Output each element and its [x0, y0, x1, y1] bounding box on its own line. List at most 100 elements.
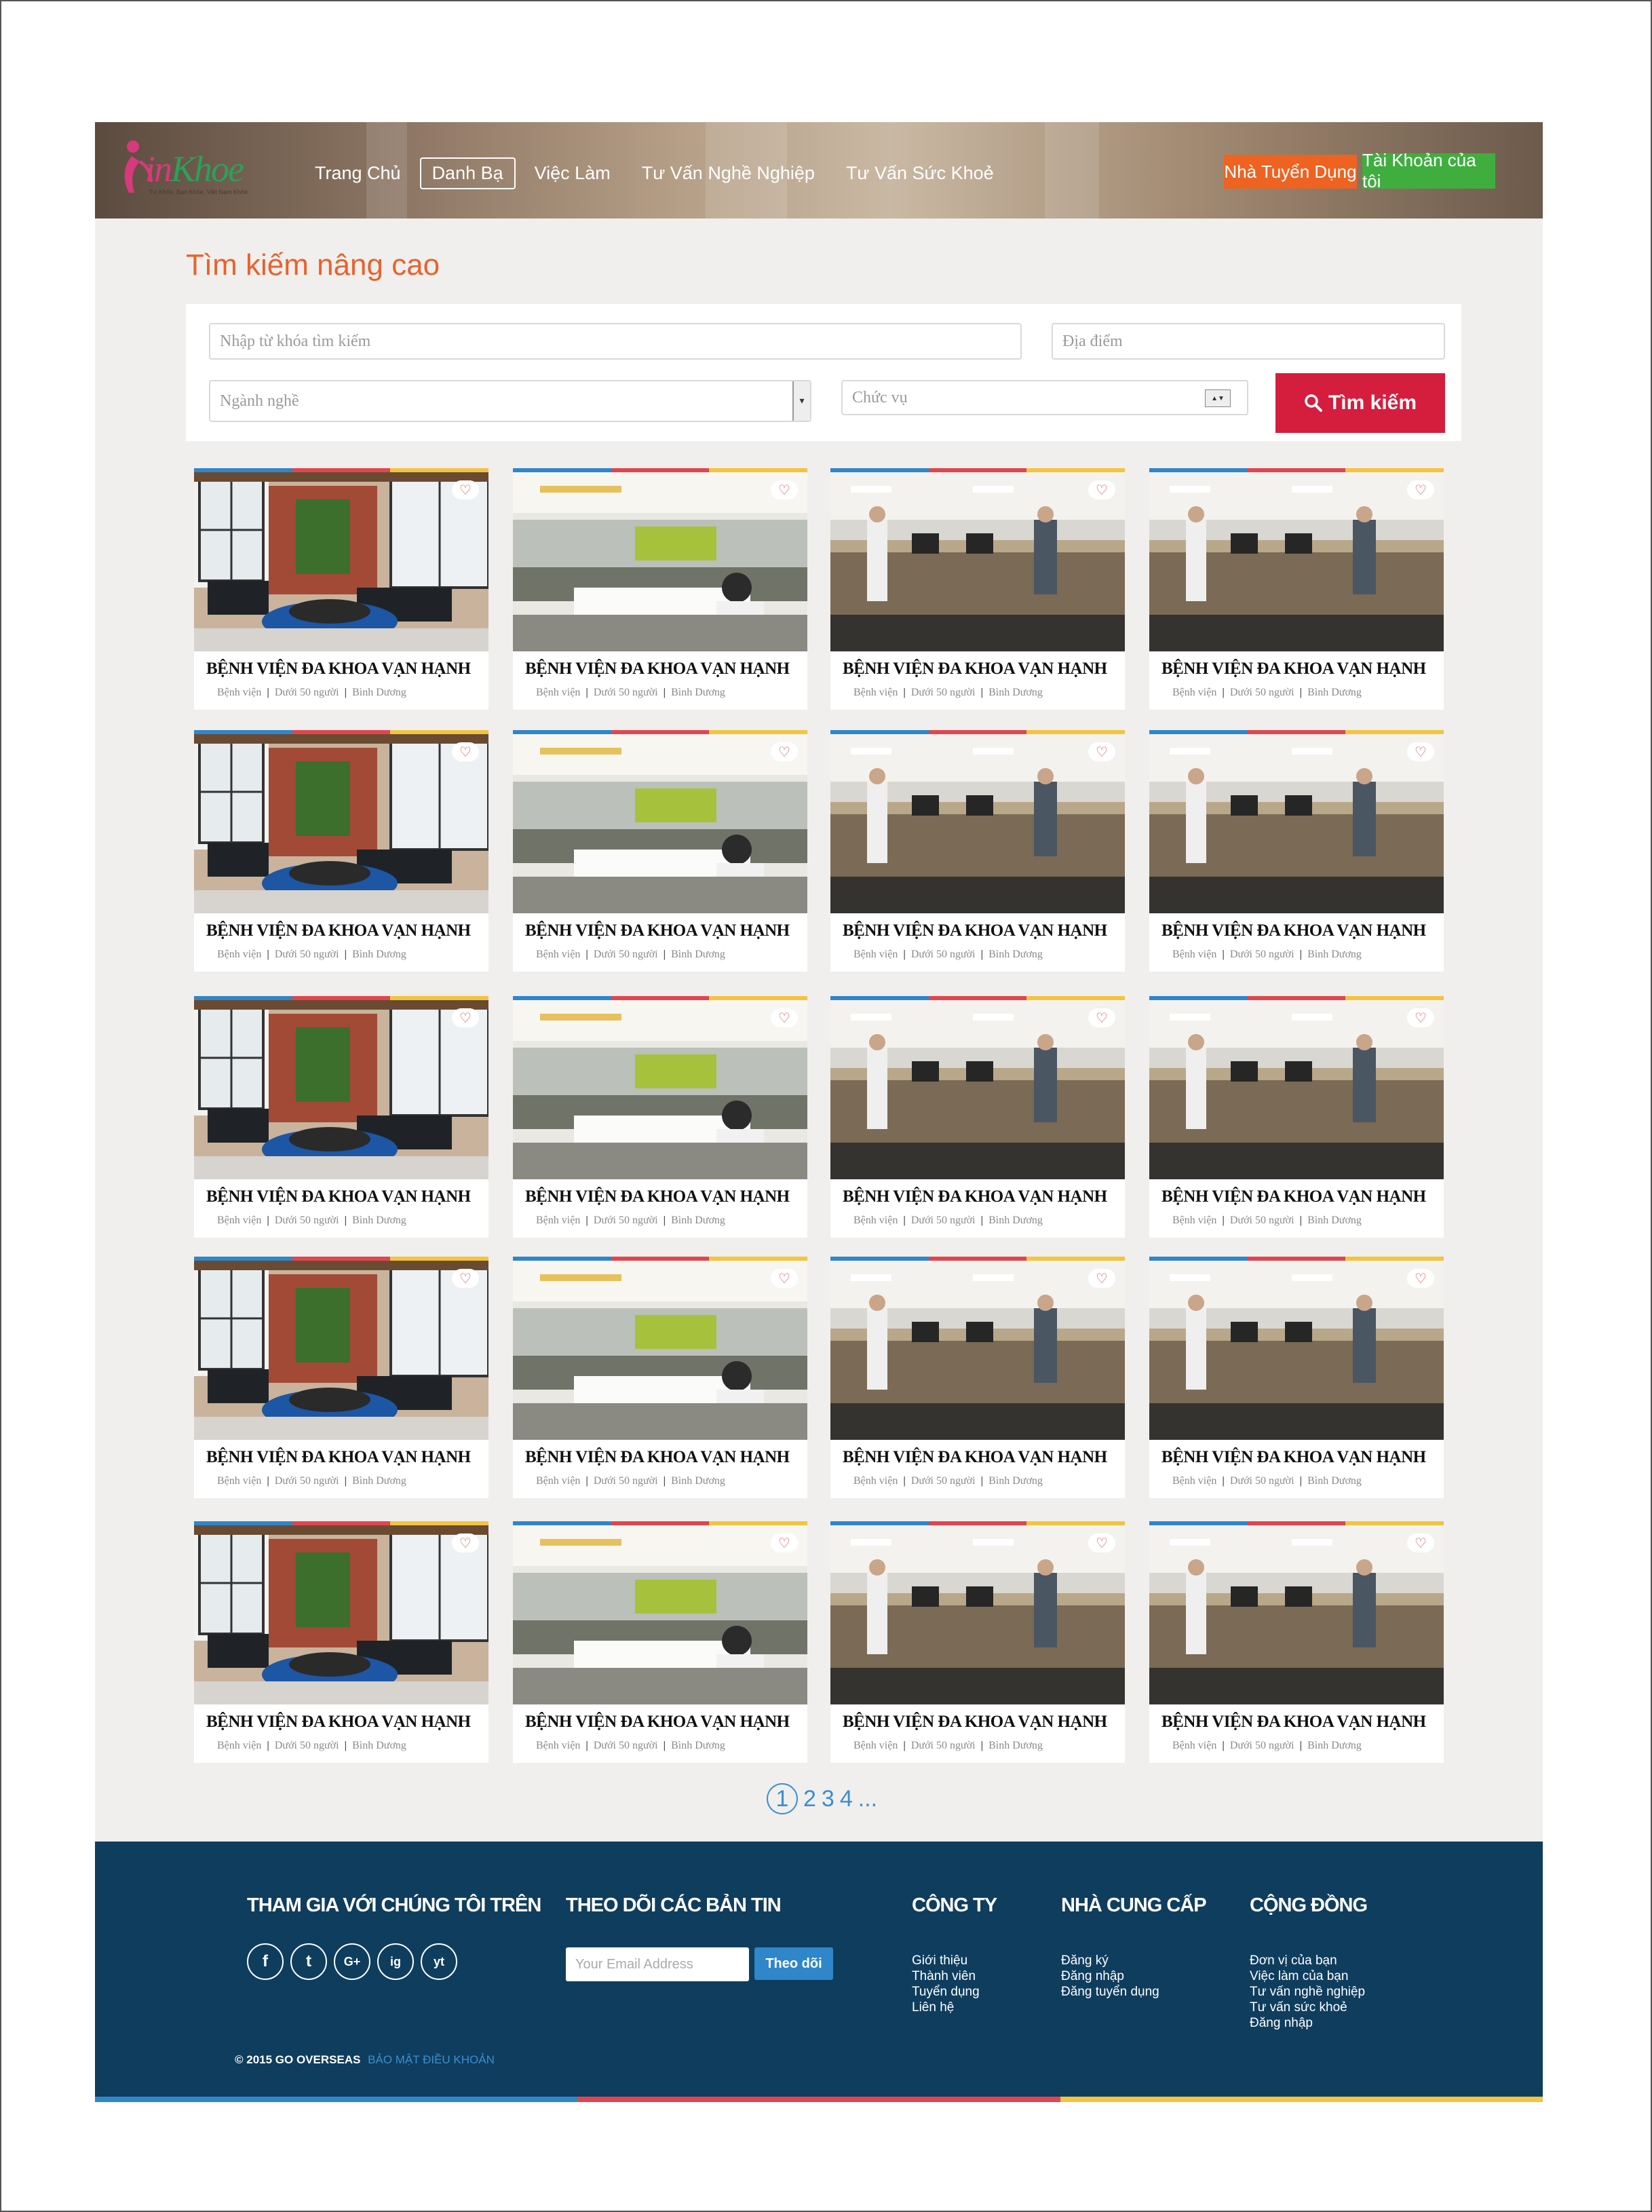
subscribe-button[interactable]: Theo dõi: [754, 1947, 833, 1980]
nav-directory[interactable]: Danh Bạ: [419, 157, 516, 189]
page-link[interactable]: 2: [803, 1786, 816, 1812]
company-name[interactable]: BỆNH VIỆN ĐA KHOA VẠN HẠNH: [206, 660, 471, 679]
company-card[interactable]: ♡ BỆNH VIỆN ĐA KHOA VẠN HẠNH Bệnh viện | Dướ…: [830, 730, 1126, 972]
footer-link[interactable]: Thành viên: [912, 1968, 980, 1984]
company-card[interactable]: ♡ BỆNH VIỆN ĐA KHOA VẠN HẠNH Bệnh viện | Dướ…: [1149, 468, 1444, 710]
favorite-heart-icon[interactable]: ♡: [1088, 1269, 1115, 1288]
company-photo[interactable]: [513, 734, 807, 913]
company-card[interactable]: ♡ BỆNH VIỆN ĐA KHOA VẠN HẠNH Bệnh viện | Dướ…: [194, 996, 489, 1238]
facebook-icon[interactable]: f: [247, 1943, 284, 1980]
footer-link[interactable]: Tư vấn nghề nghiệp: [1250, 1984, 1365, 2000]
instagram-icon[interactable]: ig: [377, 1943, 414, 1980]
favorite-heart-icon[interactable]: ♡: [452, 480, 479, 499]
favorite-heart-icon[interactable]: ♡: [1407, 480, 1434, 499]
company-name[interactable]: BỆNH VIỆN ĐA KHOA VẠN HẠNH: [525, 660, 790, 679]
footer-link[interactable]: Đăng ký: [1061, 1953, 1159, 1968]
nav-health-advice[interactable]: Tư Vấn Sức Khoẻ: [834, 157, 1006, 189]
company-photo[interactable]: [830, 734, 1125, 913]
favorite-heart-icon[interactable]: ♡: [452, 1008, 479, 1027]
company-name[interactable]: BỆNH VIỆN ĐA KHOA VẠN HẠNH: [843, 660, 1107, 679]
footer-link[interactable]: Liên hệ: [912, 2000, 980, 2015]
site-logo[interactable]: inKhoe Tư Khỏe, Bạn Khỏe, Việt Nam Khỏe: [119, 138, 248, 199]
company-photo[interactable]: [513, 1000, 807, 1179]
company-card[interactable]: ♡ BỆNH VIỆN ĐA KHOA VẠN HẠNH Bệnh viện | Dướ…: [194, 1257, 489, 1498]
page-link[interactable]: 4: [840, 1786, 853, 1812]
company-name[interactable]: BỆNH VIỆN ĐA KHOA VẠN HẠNH: [1161, 660, 1426, 679]
company-name[interactable]: BỆNH VIỆN ĐA KHOA VẠN HẠNH: [206, 1713, 471, 1732]
company-name[interactable]: BỆNH VIỆN ĐA KHOA VẠN HẠNH: [843, 1713, 1107, 1732]
footer-link[interactable]: Tuyển dụng: [912, 1984, 980, 2000]
favorite-heart-icon[interactable]: ♡: [771, 1008, 798, 1027]
company-photo[interactable]: [830, 1261, 1125, 1440]
position-select[interactable]: Chức vụ ▲▼: [841, 380, 1248, 415]
company-photo[interactable]: [1149, 472, 1444, 651]
company-card[interactable]: ♡ BỆNH VIỆN ĐA KHOA VẠN HẠNH Bệnh viện | Dướ…: [830, 1521, 1126, 1763]
favorite-heart-icon[interactable]: ♡: [452, 1533, 479, 1552]
company-photo[interactable]: [194, 1261, 488, 1440]
twitter-icon[interactable]: t: [290, 1943, 327, 1980]
youtube-icon[interactable]: yt: [421, 1943, 457, 1980]
company-photo[interactable]: [194, 734, 488, 913]
company-card[interactable]: ♡ BỆNH VIỆN ĐA KHOA VẠN HẠNH Bệnh viện | Dướ…: [194, 1521, 489, 1763]
company-name[interactable]: BỆNH VIỆN ĐA KHOA VẠN HẠNH: [525, 1713, 790, 1732]
company-card[interactable]: ♡ BỆNH VIỆN ĐA KHOA VẠN HẠNH Bệnh viện | Dướ…: [830, 996, 1126, 1238]
favorite-heart-icon[interactable]: ♡: [1088, 480, 1115, 499]
company-photo[interactable]: [1149, 1000, 1444, 1179]
company-name[interactable]: BỆNH VIỆN ĐA KHOA VẠN HẠNH: [843, 1448, 1107, 1467]
company-name[interactable]: BỆNH VIỆN ĐA KHOA VẠN HẠNH: [843, 921, 1107, 940]
company-card[interactable]: ♡ BỆNH VIỆN ĐA KHOA VẠN HẠNH Bệnh viện | Dướ…: [513, 730, 808, 972]
company-card[interactable]: ♡ BỆNH VIỆN ĐA KHOA VẠN HẠNH Bệnh viện | Dướ…: [830, 468, 1126, 710]
favorite-heart-icon[interactable]: ♡: [1088, 1008, 1115, 1027]
company-name[interactable]: BỆNH VIỆN ĐA KHOA VẠN HẠNH: [843, 1187, 1107, 1206]
favorite-heart-icon[interactable]: ♡: [1088, 1533, 1115, 1552]
favorite-heart-icon[interactable]: ♡: [1407, 1269, 1434, 1288]
footer-link[interactable]: Đơn vị của bạn: [1250, 1953, 1365, 1968]
nav-career-advice[interactable]: Tư Vấn Nghề Nghiệp: [630, 157, 827, 189]
company-name[interactable]: BỆNH VIỆN ĐA KHOA VẠN HẠNH: [1161, 1713, 1426, 1732]
footer-link[interactable]: Đăng nhập: [1250, 2015, 1365, 2031]
industry-select[interactable]: Ngành nghề ▾: [209, 380, 811, 422]
company-card[interactable]: ♡ BỆNH VIỆN ĐA KHOA VẠN HẠNH Bệnh viện | Dướ…: [1149, 730, 1444, 972]
employer-button[interactable]: Nhà Tuyển Dụng: [1224, 155, 1357, 189]
nav-home[interactable]: Trang Chủ: [303, 157, 413, 189]
company-name[interactable]: BỆNH VIỆN ĐA KHOA VẠN HẠNH: [206, 1448, 471, 1467]
nav-jobs[interactable]: Việc Làm: [522, 157, 623, 189]
company-photo[interactable]: [513, 472, 807, 651]
search-button[interactable]: Tìm kiếm: [1275, 373, 1445, 433]
company-photo[interactable]: [513, 1261, 807, 1440]
page-more[interactable]: ...: [858, 1786, 877, 1812]
chevron-down-icon[interactable]: ▾: [792, 381, 810, 421]
company-card[interactable]: ♡ BỆNH VIỆN ĐA KHOA VẠN HẠNH Bệnh viện | Dướ…: [513, 1257, 808, 1498]
company-card[interactable]: ♡ BỆNH VIỆN ĐA KHOA VẠN HẠNH Bệnh viện | Dướ…: [1149, 1257, 1444, 1498]
location-input[interactable]: Địa điểm: [1052, 323, 1445, 360]
footer-link[interactable]: Đăng nhập: [1061, 1968, 1159, 1984]
company-name[interactable]: BỆNH VIỆN ĐA KHOA VẠN HẠNH: [1161, 1448, 1426, 1467]
company-photo[interactable]: [194, 472, 488, 651]
company-card[interactable]: ♡ BỆNH VIỆN ĐA KHOA VẠN HẠNH Bệnh viện | Dướ…: [1149, 996, 1444, 1238]
company-photo[interactable]: [1149, 1261, 1444, 1440]
company-name[interactable]: BỆNH VIỆN ĐA KHOA VẠN HẠNH: [206, 921, 471, 940]
company-name[interactable]: BỆNH VIỆN ĐA KHOA VẠN HẠNH: [525, 1187, 790, 1206]
newsletter-email-input[interactable]: Your Email Address: [566, 1947, 749, 1981]
favorite-heart-icon[interactable]: ♡: [771, 480, 798, 499]
favorite-heart-icon[interactable]: ♡: [1407, 1008, 1434, 1027]
company-photo[interactable]: [830, 1000, 1125, 1179]
company-name[interactable]: BỆNH VIỆN ĐA KHOA VẠN HẠNH: [525, 1448, 790, 1467]
keyword-input[interactable]: Nhập từ khóa tìm kiếm: [209, 323, 1022, 360]
company-name[interactable]: BỆNH VIỆN ĐA KHOA VẠN HẠNH: [206, 1187, 471, 1206]
my-account-button[interactable]: Tài Khoản của tôi: [1362, 150, 1495, 191]
footer-link[interactable]: Đăng tuyển dụng: [1061, 1984, 1159, 2000]
company-photo[interactable]: [830, 1525, 1125, 1704]
company-card[interactable]: ♡ BỆNH VIỆN ĐA KHOA VẠN HẠNH Bệnh viện | Dướ…: [1149, 1521, 1444, 1763]
favorite-heart-icon[interactable]: ♡: [771, 1533, 798, 1552]
company-photo[interactable]: [830, 472, 1125, 651]
company-card[interactable]: ♡ BỆNH VIỆN ĐA KHOA VẠN HẠNH Bệnh viện | Dướ…: [513, 996, 808, 1238]
company-name[interactable]: BỆNH VIỆN ĐA KHOA VẠN HẠNH: [1161, 1187, 1426, 1206]
company-card[interactable]: ♡ BỆNH VIỆN ĐA KHOA VẠN HẠNH Bệnh viện | Dướ…: [830, 1257, 1126, 1498]
footer-link[interactable]: Tư vấn sức khoẻ: [1250, 2000, 1365, 2015]
company-photo[interactable]: [1149, 734, 1444, 913]
favorite-heart-icon[interactable]: ♡: [1088, 742, 1115, 761]
favorite-heart-icon[interactable]: ♡: [771, 742, 798, 761]
spinner-icon[interactable]: ▲▼: [1205, 389, 1231, 407]
company-card[interactable]: ♡ BỆNH VIỆN ĐA KHOA VẠN HẠNH Bệnh viện | Dướ…: [513, 468, 808, 710]
